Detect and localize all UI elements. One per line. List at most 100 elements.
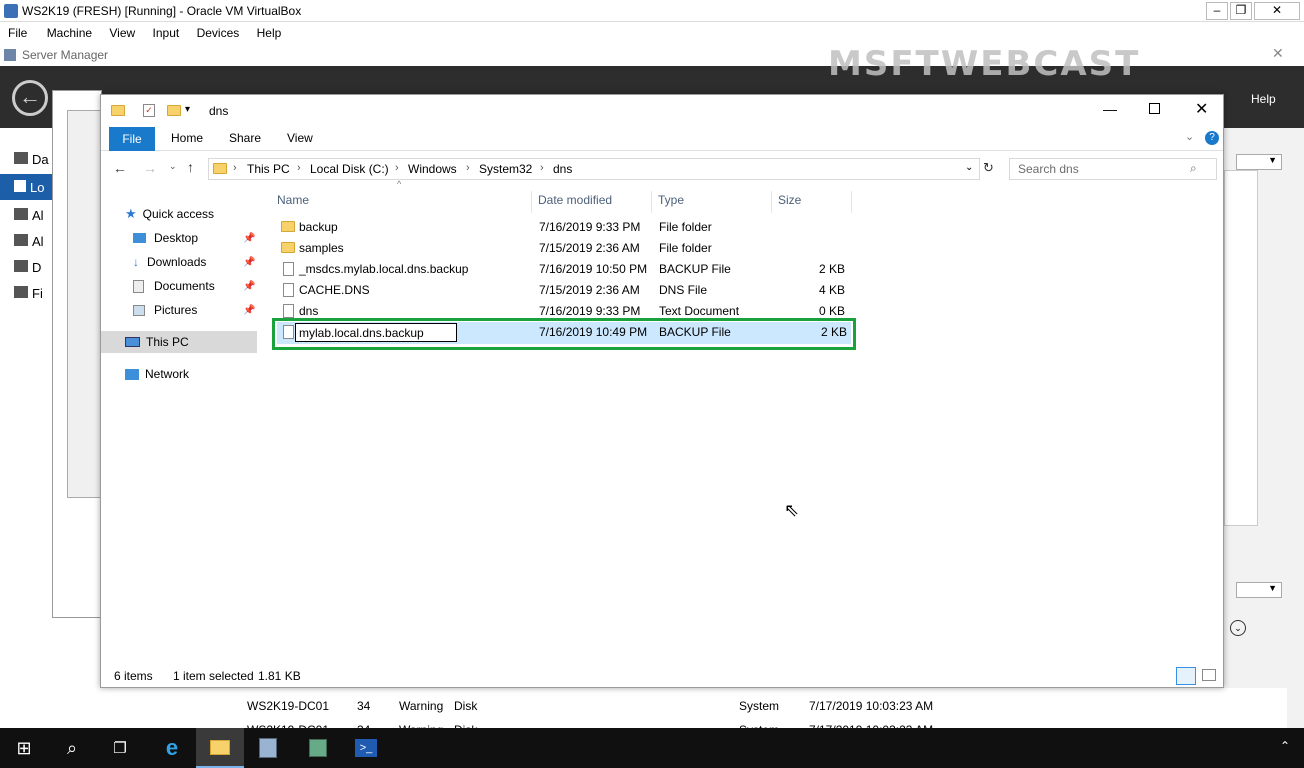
tab-view[interactable]: View — [287, 131, 313, 145]
file-icon — [283, 262, 294, 276]
virtualbox-menubar: File Machine View Input Devices Help — [0, 22, 1304, 44]
refresh-icon[interactable]: ↻ — [983, 160, 994, 176]
grid-icon — [14, 152, 28, 164]
list-item-selected[interactable]: mylab.local.dns.backup 7/16/2019 10:49 P… — [277, 322, 851, 344]
server-manager-title: Server Manager — [22, 48, 109, 62]
minimize-button[interactable]: – — [1206, 2, 1228, 20]
event-row[interactable]: WS2K19-DC01 34 Warning Disk System 7/17/… — [247, 696, 1247, 716]
navigation-pane: ★ Quick access Desktop 📌 ↓ Downloads 📌 Docum… — [101, 185, 257, 675]
sidebar-item-all-servers[interactable]: Al — [14, 208, 44, 223]
list-item[interactable]: CACHE.DNS 7/15/2019 2:36 AM DNS File 4 K… — [275, 280, 851, 301]
sm-help-menu[interactable]: Help — [1251, 92, 1276, 106]
explorer-maximize-button[interactable] — [1149, 103, 1160, 114]
task-view-button[interactable]: ❐ — [96, 728, 144, 768]
breadcrumb-system32[interactable]: System32 — [479, 162, 532, 176]
restore-button[interactable]: ❐ — [1230, 2, 1252, 20]
start-button[interactable]: ⊞ — [0, 728, 48, 768]
properties-icon[interactable]: ✓ — [143, 104, 155, 117]
up-icon[interactable]: ↑ — [187, 159, 194, 175]
pin-icon: 📌 — [243, 280, 256, 292]
expand-chevron-icon[interactable]: ⌄ — [1230, 620, 1246, 636]
search-box[interactable]: Search dns ⌕ — [1009, 158, 1217, 180]
tab-share[interactable]: Share — [229, 131, 261, 145]
server-manager-right-panel: ▼ ▼ ⌄ — [1224, 128, 1304, 728]
nav-quick-access[interactable]: ★ Quick access — [125, 203, 214, 225]
menu-machine[interactable]: Machine — [47, 22, 92, 40]
breadcrumb-dns[interactable]: dns — [553, 162, 572, 176]
list-item[interactable]: _msdcs.mylab.local.dns.backup 7/16/2019 … — [275, 259, 851, 280]
taskbar-powershell[interactable]: >_ — [342, 728, 390, 768]
large-icons-view-icon[interactable] — [1202, 669, 1216, 681]
pin-icon: 📌 — [243, 232, 256, 244]
tab-file[interactable]: File — [109, 127, 155, 151]
windows-logo-icon: ⊞ — [16, 737, 32, 758]
search-taskbar-button[interactable]: ⌕ — [48, 728, 96, 768]
sidebar-item-dashboard[interactable]: Da — [14, 152, 49, 167]
address-bar[interactable]: › This PC › Local Disk (C:) › Windows › … — [208, 158, 980, 180]
close-button[interactable]: ✕ — [1254, 2, 1300, 20]
events-panel: WS2K19-DC01 34 Warning Disk System 7/17/… — [217, 688, 1287, 737]
nav-network[interactable]: Network — [125, 363, 189, 385]
sidebar-item-file[interactable]: Fi — [14, 286, 43, 301]
sm-close-icon[interactable]: ✕ — [1272, 45, 1284, 62]
pin-icon: 📌 — [243, 304, 256, 316]
address-dropdown-icon[interactable]: ⌄ — [965, 162, 973, 173]
watermark-logo: MSFTWEBCAST — [828, 44, 1141, 84]
nav-downloads[interactable]: ↓ Downloads 📌 — [133, 251, 257, 273]
taskbar-file-explorer[interactable] — [196, 728, 244, 768]
column-headers: ^ Name Date modified Type Size — [271, 179, 852, 213]
sidebar-item-local-server[interactable]: Lo — [0, 174, 52, 200]
details-view-icon[interactable] — [1176, 667, 1196, 685]
quick-access-toolbar-dropdown[interactable]: ▾ — [185, 104, 190, 115]
server-manager-sidebar: Da Lo Al Al D Fi — [0, 128, 52, 728]
taskbar-ie[interactable]: e — [148, 728, 196, 768]
sidebar-item-ad[interactable]: Al — [14, 234, 44, 249]
taskbar-server-manager[interactable] — [244, 728, 292, 768]
ribbon-expand-icon[interactable]: ⌄ — [1185, 130, 1194, 143]
breadcrumb-windows[interactable]: Windows — [408, 162, 457, 176]
tab-home[interactable]: Home — [171, 131, 203, 145]
recent-locations-icon[interactable]: ⌄ — [169, 161, 177, 172]
menu-file[interactable]: File — [8, 22, 27, 40]
sidebar-item-dns[interactable]: D — [14, 260, 41, 275]
file-explorer-icon — [210, 739, 230, 755]
folder-icon — [111, 105, 125, 116]
back-icon[interactable]: ← — [113, 160, 127, 176]
menu-devices[interactable]: Devices — [197, 22, 240, 40]
rename-input[interactable]: mylab.local.dns.backup — [295, 323, 457, 342]
file-explorer-window: ✓ ▾ dns — ✕ File Home Share View ⌄ ? ← →… — [100, 94, 1224, 688]
file-icon — [283, 304, 294, 318]
pictures-icon — [133, 304, 145, 316]
menu-help[interactable]: Help — [257, 22, 282, 40]
explorer-close-button[interactable]: ✕ — [1195, 99, 1208, 119]
nav-documents[interactable]: Documents 📌 — [133, 275, 257, 297]
column-size[interactable]: Size — [778, 193, 801, 207]
status-item-count: 6 items — [114, 669, 153, 683]
column-date-modified[interactable]: Date modified — [538, 193, 612, 207]
column-type[interactable]: Type — [658, 193, 684, 207]
back-arrow-icon[interactable]: ← — [12, 80, 48, 116]
folder-icon — [281, 242, 295, 253]
address-folder-icon — [213, 163, 227, 174]
forward-icon[interactable]: → — [143, 160, 157, 176]
search-input[interactable]: Search dns — [1018, 162, 1079, 176]
list-item[interactable]: backup 7/16/2019 9:33 PM File folder — [275, 217, 851, 238]
column-name[interactable]: Name — [277, 193, 309, 207]
nav-pictures[interactable]: Pictures 📌 — [133, 299, 257, 321]
menu-input[interactable]: Input — [153, 22, 180, 40]
taskbar-dns-manager[interactable] — [294, 728, 342, 768]
list-item[interactable]: samples 7/15/2019 2:36 AM File folder — [275, 238, 851, 259]
tasks-dropdown-top[interactable]: ▼ — [1236, 154, 1282, 170]
explorer-minimize-button[interactable]: — — [1103, 101, 1117, 117]
menu-view[interactable]: View — [109, 22, 135, 40]
dns-dialog-edge — [67, 110, 102, 498]
status-size: 1.81 KB — [258, 669, 301, 683]
show-hidden-icons[interactable]: ⌃ — [1280, 739, 1290, 753]
new-folder-icon[interactable] — [167, 105, 181, 116]
help-icon[interactable]: ? — [1205, 131, 1219, 145]
nav-this-pc[interactable]: This PC — [101, 331, 257, 353]
breadcrumb-local-disk[interactable]: Local Disk (C:) — [310, 162, 389, 176]
nav-desktop[interactable]: Desktop 📌 — [133, 227, 257, 249]
tasks-dropdown-bottom[interactable]: ▼ — [1236, 582, 1282, 598]
breadcrumb-this-pc[interactable]: This PC — [247, 162, 290, 176]
